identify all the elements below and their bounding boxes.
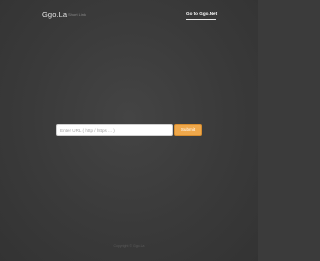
shorten-url-form: Submit: [56, 124, 202, 136]
site-tagline: Short Link: [68, 12, 87, 17]
submit-button[interactable]: Submit: [174, 124, 202, 136]
url-input[interactable]: [56, 124, 173, 136]
page-background: Ggo.La Short Link Go to Ggo.Net Submit C…: [0, 0, 258, 261]
site-brand[interactable]: Ggo.La: [42, 10, 67, 19]
top-bar: Ggo.La Short Link Go to Ggo.Net: [0, 0, 258, 28]
go-to-ggo-net-link[interactable]: Go to Ggo.Net: [186, 11, 217, 16]
nav-active-underline: [186, 19, 216, 20]
footer-copyright: Copyright © Ggo.La: [113, 244, 145, 248]
